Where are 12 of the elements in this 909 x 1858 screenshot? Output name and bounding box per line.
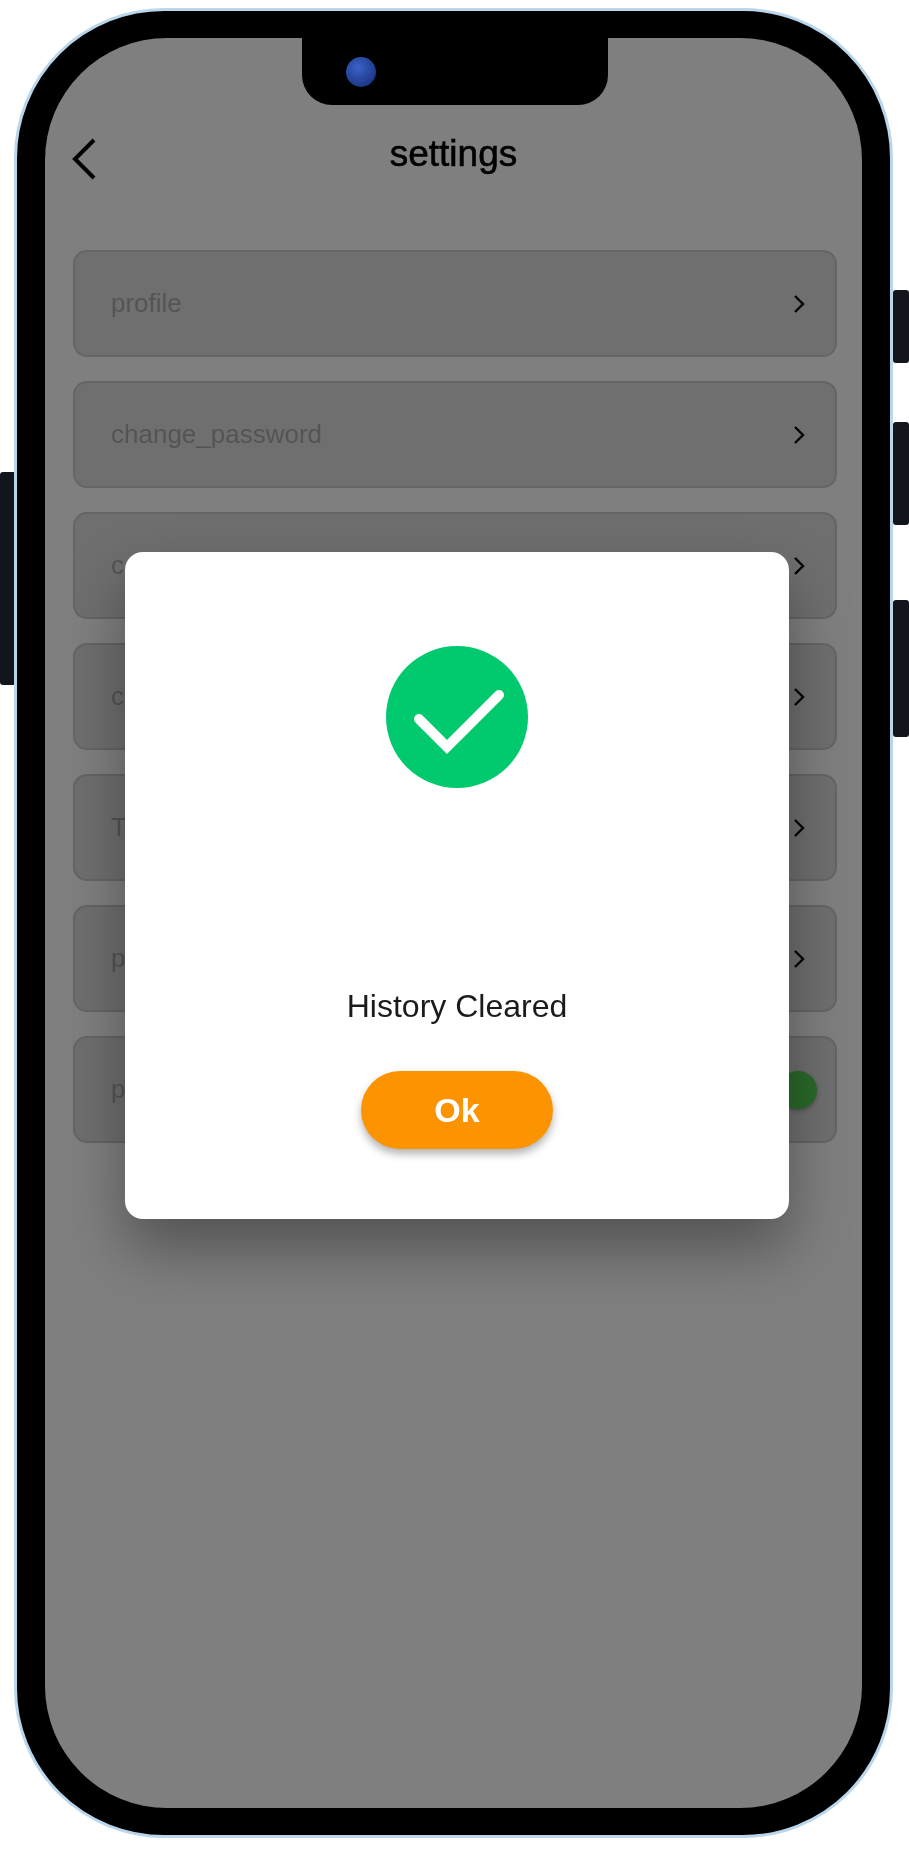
camera-lens [346,56,376,87]
chevron-icon [793,555,805,576]
success-check-icon [386,646,528,788]
chevron-icon [793,686,805,707]
ok-button[interactable]: Ok [361,1071,553,1149]
dialog-message: History Cleared [346,988,568,1025]
chevron-icon [793,424,805,445]
chevron-icon [793,948,805,969]
chevron-icon [793,293,805,314]
page-title: settings [389,133,518,175]
chevron-icon [793,817,805,838]
back-icon[interactable] [71,138,97,180]
